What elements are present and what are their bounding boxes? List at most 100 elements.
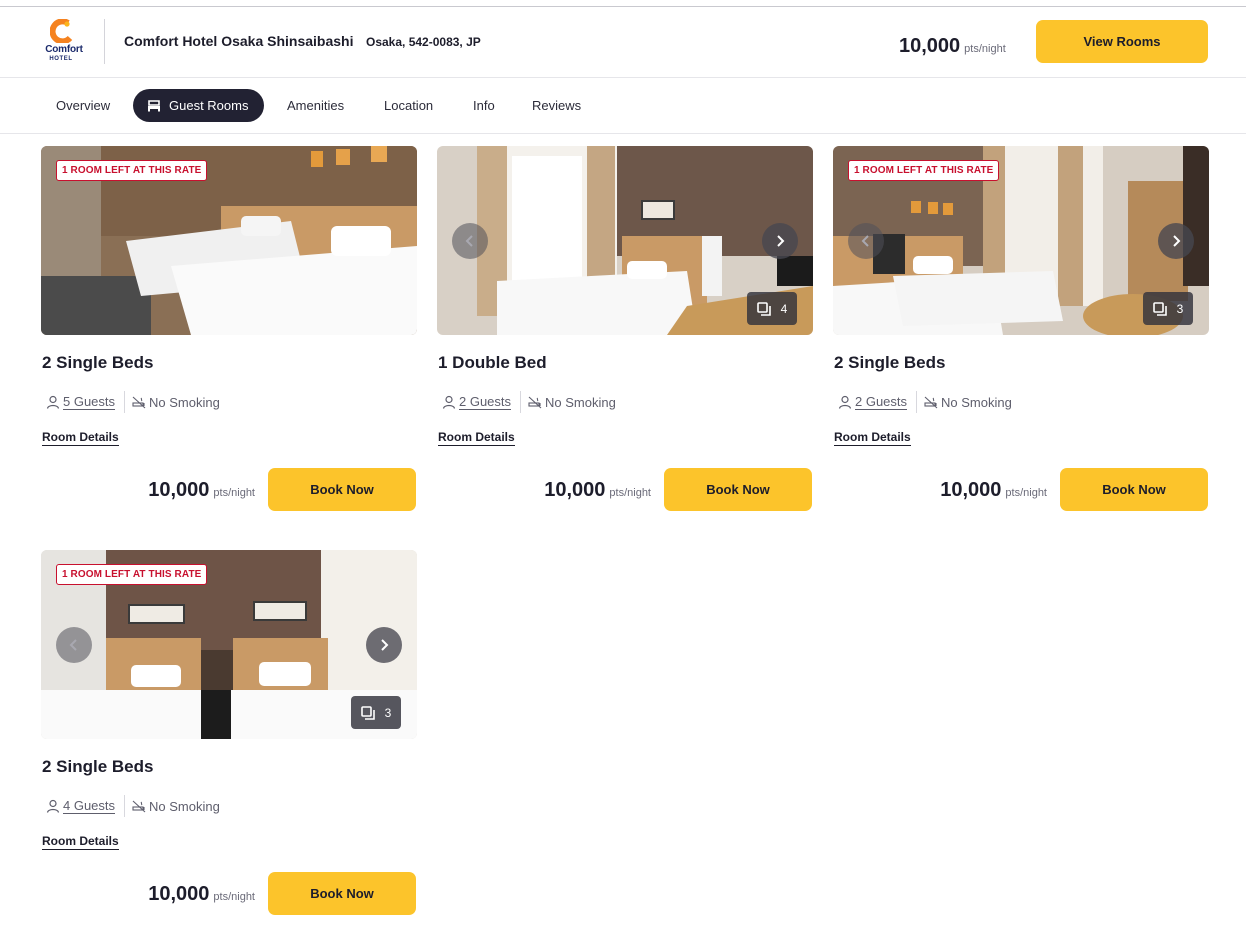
smoking-text: No Smoking — [149, 394, 220, 410]
room-price-unit: pts/night — [213, 487, 255, 499]
tab-overview[interactable]: Overview — [56, 89, 110, 122]
no-smoking-icon — [132, 800, 146, 813]
room-features: 5 Guests No Smoking — [46, 391, 220, 413]
guests-text: 2 Guests — [459, 393, 512, 410]
person-icon — [46, 799, 60, 813]
photo-next-button[interactable] — [366, 627, 402, 663]
chevron-left-icon — [69, 639, 77, 651]
photos-icon — [756, 301, 771, 316]
room-title: 1 Double Bed — [438, 353, 547, 372]
photo-count-text: 3 — [1176, 301, 1184, 316]
photo-count[interactable]: 4 — [747, 292, 797, 325]
photo-prev-button[interactable] — [452, 223, 488, 259]
feature-divider — [124, 391, 126, 413]
tab-info[interactable]: Info — [473, 89, 495, 122]
room-card: 1 ROOM LEFT AT THIS RATE 3 2 Single Beds… — [833, 146, 1209, 516]
room-price-value: 10,000 — [544, 479, 606, 501]
header-price-value: 10,000 — [899, 35, 961, 57]
room-title: 2 Single Beds — [834, 353, 946, 372]
photos-icon — [360, 705, 375, 720]
room-price-unit: pts/night — [213, 891, 255, 903]
room-photo[interactable]: 4 — [437, 146, 813, 335]
photo-next-button[interactable] — [762, 223, 798, 259]
room-photo[interactable]: 1 ROOM LEFT AT THIS RATE 3 — [41, 550, 417, 739]
photo-prev-button[interactable] — [848, 223, 884, 259]
guests-feature[interactable]: 2 Guests — [838, 393, 908, 410]
header-divider — [104, 19, 105, 64]
comfort-logo[interactable]: Comfort HOTEL — [38, 19, 90, 65]
photo-prev-button[interactable] — [56, 627, 92, 663]
tab-reviews[interactable]: Reviews — [532, 89, 581, 122]
room-price: 10,000 pts/night — [940, 479, 1047, 502]
feature-divider — [520, 391, 522, 413]
book-now-button[interactable]: Book Now — [1060, 468, 1208, 511]
guests-text: 5 Guests — [63, 393, 116, 410]
photo-count[interactable]: 3 — [1143, 292, 1193, 325]
no-smoking-icon — [924, 396, 938, 409]
room-details-link[interactable]: Room Details — [834, 430, 911, 446]
photos-icon — [1152, 301, 1167, 316]
logo-word: Comfort — [45, 44, 83, 55]
book-now-button[interactable]: Book Now — [268, 872, 416, 915]
person-icon — [46, 395, 60, 409]
book-now-button[interactable]: Book Now — [268, 468, 416, 511]
logo-mark-icon — [50, 19, 73, 43]
tab-amenities[interactable]: Amenities — [287, 89, 344, 122]
book-now-button[interactable]: Book Now — [664, 468, 812, 511]
room-price-value: 10,000 — [940, 479, 1002, 501]
guests-text: 2 Guests — [855, 393, 908, 410]
hotel-header: Comfort HOTEL Comfort Hotel Osaka Shinsa… — [0, 7, 1246, 78]
availability-badge: 1 ROOM LEFT AT THIS RATE — [848, 160, 1000, 181]
photo-count-text: 4 — [780, 301, 788, 316]
room-price-value: 10,000 — [148, 883, 210, 905]
guests-feature[interactable]: 2 Guests — [442, 393, 512, 410]
view-rooms-button[interactable]: View Rooms — [1036, 20, 1208, 63]
chevron-right-icon — [777, 235, 785, 247]
no-smoking-icon — [132, 396, 146, 409]
person-icon — [442, 395, 456, 409]
room-details-link[interactable]: Room Details — [42, 430, 119, 446]
header-price: 10,000 pts/night — [899, 35, 1006, 58]
logo-sub: HOTEL — [49, 56, 73, 62]
tab-label: Info — [473, 98, 495, 113]
tab-label: Reviews — [532, 98, 582, 113]
tab-label: Overview — [56, 98, 111, 113]
room-features: 2 Guests No Smoking — [442, 391, 616, 413]
smoking-text: No Smoking — [149, 798, 220, 814]
smoking-feature: No Smoking — [924, 395, 1012, 410]
room-details-link[interactable]: Room Details — [42, 834, 119, 850]
chevron-left-icon — [861, 235, 869, 247]
room-features: 2 Guests No Smoking — [838, 391, 1012, 413]
smoking-text: No Smoking — [941, 394, 1012, 410]
photo-count[interactable]: 3 — [351, 696, 401, 729]
room-photo[interactable]: 1 ROOM LEFT AT THIS RATE — [41, 146, 417, 335]
feature-divider — [124, 795, 126, 817]
hotel-name: Comfort Hotel Osaka Shinsaibashi — [124, 33, 354, 49]
room-card: 4 1 Double Bed 2 Guests No Smoking Room … — [437, 146, 813, 516]
room-card: 1 ROOM LEFT AT THIS RATE 3 2 Single Beds… — [41, 550, 417, 920]
tab-bar: Overview Guest Rooms Amenities Location … — [0, 78, 1246, 134]
no-smoking-icon — [528, 396, 542, 409]
room-price-unit: pts/night — [609, 487, 651, 499]
photo-count-text: 3 — [384, 705, 392, 720]
room-price: 10,000 pts/night — [544, 479, 651, 502]
tab-label: Guest Rooms — [169, 98, 249, 113]
smoking-feature: No Smoking — [132, 799, 220, 814]
smoking-feature: No Smoking — [528, 395, 616, 410]
room-photo[interactable]: 1 ROOM LEFT AT THIS RATE 3 — [833, 146, 1209, 335]
tab-location[interactable]: Location — [384, 89, 433, 122]
guests-feature[interactable]: 4 Guests — [46, 797, 116, 814]
smoking-feature: No Smoking — [132, 395, 220, 410]
chevron-left-icon — [465, 235, 473, 247]
photo-next-button[interactable] — [1158, 223, 1194, 259]
room-title: 2 Single Beds — [42, 757, 154, 776]
availability-badge: 1 ROOM LEFT AT THIS RATE — [56, 564, 208, 585]
room-details-link[interactable]: Room Details — [438, 430, 515, 446]
smoking-text: No Smoking — [545, 394, 616, 410]
hotel-address: Osaka, 542-0083, JP — [366, 35, 481, 49]
tab-label: Amenities — [287, 98, 345, 113]
room-price: 10,000 pts/night — [148, 479, 255, 502]
tab-guest-rooms[interactable]: Guest Rooms — [133, 89, 264, 122]
guests-text: 4 Guests — [63, 797, 116, 814]
guests-feature[interactable]: 5 Guests — [46, 393, 116, 410]
